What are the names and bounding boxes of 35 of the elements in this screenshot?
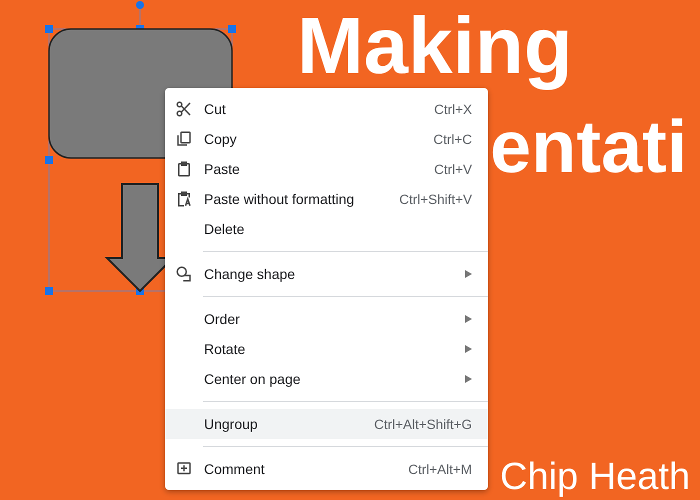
shortcut-text: Ctrl+Shift+V <box>399 192 472 206</box>
shortcut-text: Ctrl+V <box>434 162 472 176</box>
slide-title: entati <box>490 110 688 184</box>
menu-item[interactable]: Delete <box>165 214 488 244</box>
menu-item[interactable]: Copy Ctrl+C <box>165 124 488 154</box>
menu-item[interactable]: Cut Ctrl+X <box>165 94 488 124</box>
menu-item[interactable]: Paste without formatting Ctrl+Shift+V <box>165 184 488 214</box>
menu-item-label: Delete <box>204 221 246 237</box>
menu-item-label: Cut <box>204 101 227 117</box>
menu-item[interactable]: Ungroup Ctrl+Alt+Shift+G <box>165 409 488 439</box>
clipboard-icon <box>175 160 193 178</box>
menu-item-label: Paste <box>204 161 241 177</box>
menu-item[interactable]: Rotate <box>165 334 488 364</box>
menu-item-label: Change shape <box>204 266 296 282</box>
shapes-icon <box>175 265 193 283</box>
menu-item[interactable]: Change shape <box>165 259 488 289</box>
menu-item[interactable]: Center on page <box>165 364 488 394</box>
shortcut-text: Ctrl+Alt+M <box>408 462 472 476</box>
copy-icon <box>175 130 193 148</box>
menu-item[interactable]: Paste Ctrl+V <box>165 154 488 184</box>
menu-item[interactable]: Comment Ctrl+Alt+M <box>165 454 488 484</box>
menu-item-label: Order <box>204 311 241 327</box>
menu-item-label: Ungroup <box>204 416 259 432</box>
shortcut-text: Ctrl+Alt+Shift+G <box>374 416 472 432</box>
shortcut-text: Ctrl+C <box>433 132 472 146</box>
menu-item-label: Copy <box>204 131 238 147</box>
menu-item-label: Paste without formatting <box>204 191 356 207</box>
slide-byline: Chip Heath <box>500 458 690 496</box>
menu-item[interactable]: Order <box>165 304 488 334</box>
menu-item-label: Comment <box>204 461 266 477</box>
clipboard-text-icon <box>175 190 193 208</box>
menu-item-label: Center on page <box>204 371 302 387</box>
menu-item-label: Rotate <box>204 341 246 357</box>
scissors-icon <box>175 100 193 118</box>
shortcut-text: Ctrl+X <box>434 102 472 116</box>
